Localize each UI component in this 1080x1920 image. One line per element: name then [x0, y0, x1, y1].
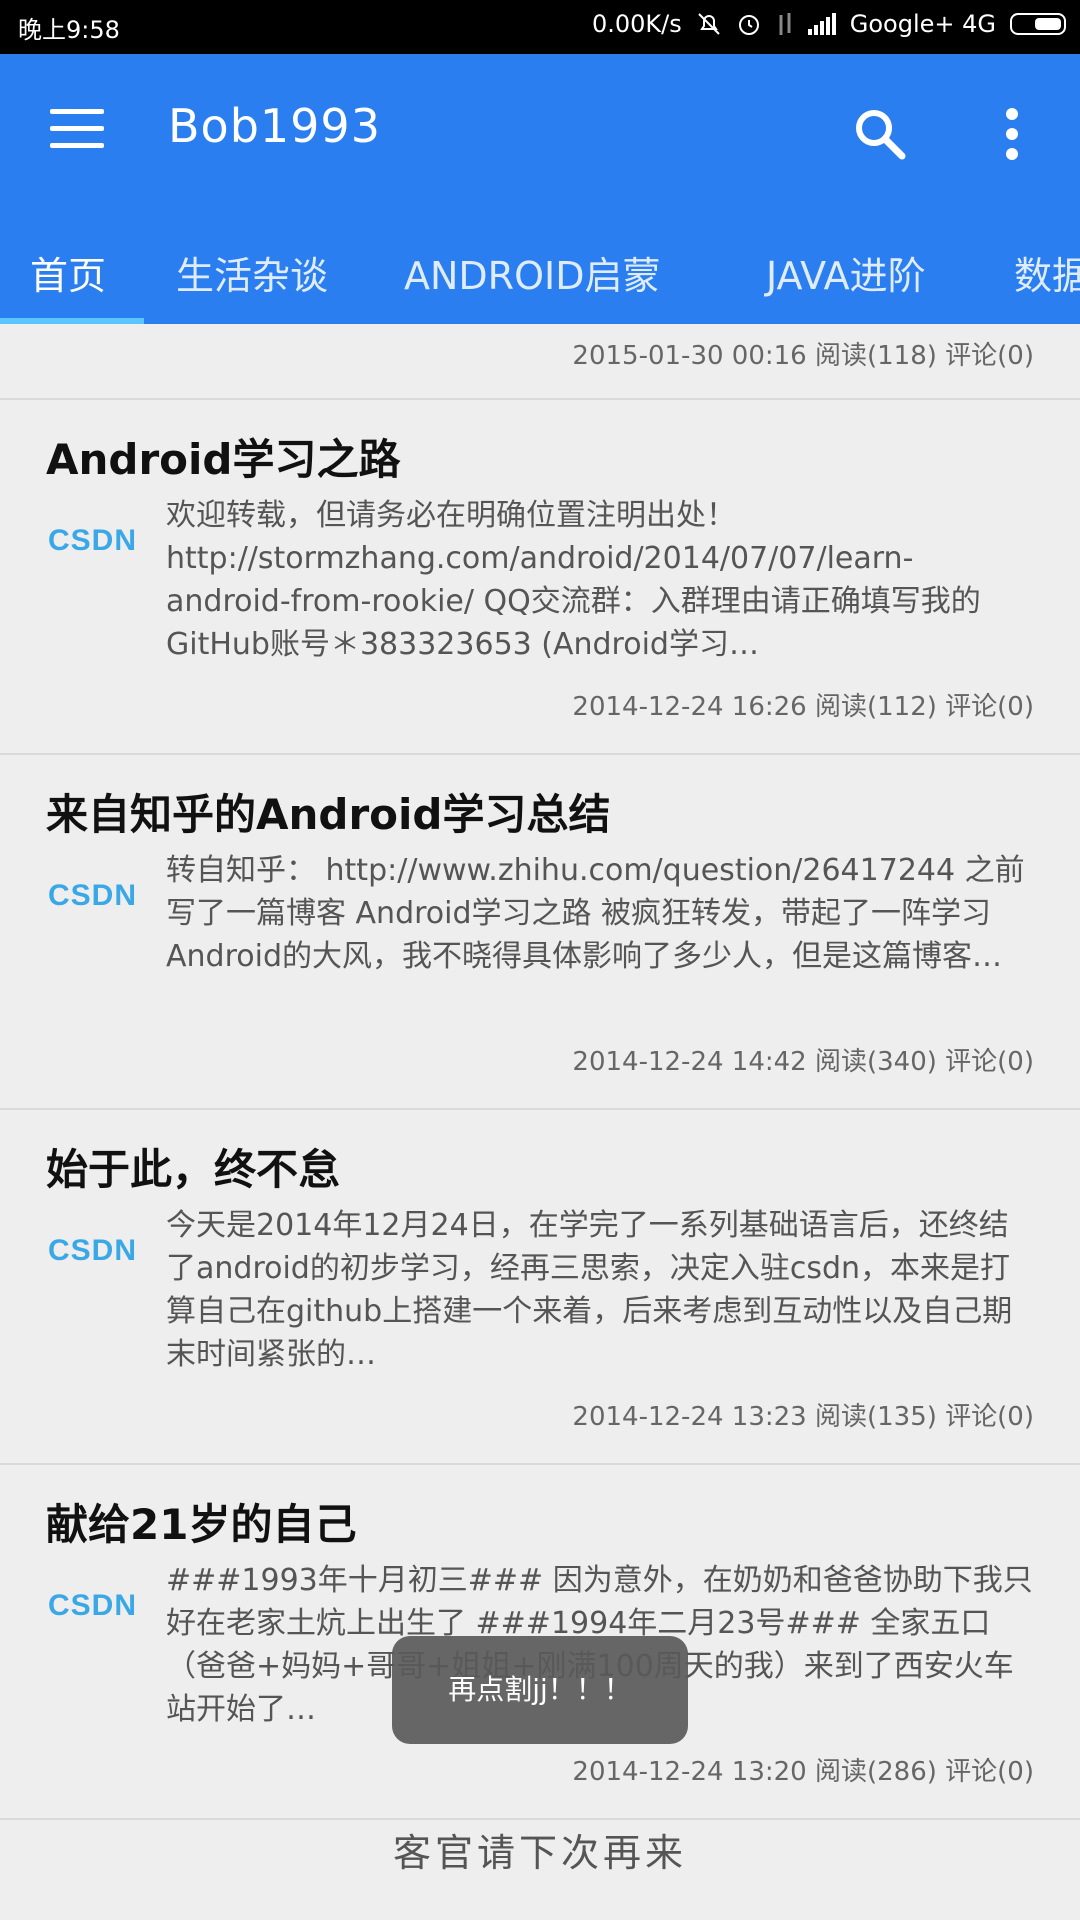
carrier-label: Google+ 4G: [849, 10, 996, 38]
tab-java[interactable]: JAVA进阶: [766, 232, 926, 324]
battery-icon: [1010, 13, 1066, 35]
csdn-logo: CSDN: [48, 1589, 138, 1622]
list-footer: 客官请下次再来: [392, 1831, 687, 1875]
article-summary: 转自知乎： http://www.zhihu.com/question/2641…: [166, 853, 1025, 974]
article-summary: 欢迎转载，但请务必在明确位置注明出处！http://stormzhang.com…: [166, 498, 981, 662]
menu-button[interactable]: [50, 109, 104, 149]
signal-icon: [807, 13, 836, 35]
article-meta: 2014-12-24 13:20 阅读(286) 评论(0): [572, 1757, 1034, 1787]
toast-message: 再点割jj！！！: [392, 1636, 688, 1744]
app-bar: Bob1993 首页 生活杂谈 ANDROID启蒙 JAVA进阶 数据: [0, 54, 1080, 324]
alarm-icon: [736, 11, 762, 37]
article-title: 献给21岁的自己: [46, 1500, 357, 1549]
article-title: 始于此，终不怠: [46, 1145, 341, 1194]
article-list: 2015-01-30 00:16 阅读(118) 评论(0) Android学习…: [0, 324, 1080, 1820]
search-icon: [856, 110, 906, 160]
network-speed: 0.00K/s: [591, 10, 682, 38]
status-icons: 0.00K/s Google+ 4G: [592, 10, 1066, 38]
article-title: Android学习之路: [46, 435, 401, 484]
article-meta: 2014-12-24 14:42 阅读(340) 评论(0): [572, 1047, 1034, 1077]
mute-icon: [696, 11, 722, 37]
app-title: Bob1993: [168, 99, 381, 153]
article-summary: 今天是2014年12月24日，在学完了一系列基础语言后，还终结了android的…: [166, 1208, 1013, 1372]
data-transfer-icon: [776, 11, 794, 37]
article-item[interactable]: Android学习之路 CSDN 欢迎转载，但请务必在明确位置注明出处！http…: [0, 400, 1080, 755]
article-meta: 2014-12-24 16:26 阅读(112) 评论(0): [572, 692, 1034, 722]
previous-article-meta: 2015-01-30 00:16 阅读(118) 评论(0): [0, 324, 1080, 400]
article-meta: 2014-12-24 13:23 阅读(135) 评论(0): [572, 1402, 1034, 1432]
tab-life[interactable]: 生活杂谈: [176, 232, 328, 324]
status-bar: 晚上9:58 0.00K/s Google+ 4G: [0, 0, 1080, 54]
csdn-logo: CSDN: [48, 524, 138, 557]
more-options-button[interactable]: [1000, 104, 1024, 164]
tab-android[interactable]: ANDROID启蒙: [404, 232, 660, 324]
category-tabs: 首页 生活杂谈 ANDROID启蒙 JAVA进阶 数据: [0, 232, 1080, 324]
csdn-logo: CSDN: [48, 879, 138, 912]
tab-data[interactable]: 数据: [1014, 232, 1080, 324]
search-button[interactable]: [850, 104, 910, 164]
article-title: 来自知乎的Android学习总结: [46, 790, 611, 839]
status-time: 晚上9:58: [18, 16, 120, 44]
menu-icon: [50, 109, 104, 114]
article-item[interactable]: 始于此，终不怠 CSDN 今天是2014年12月24日，在学完了一系列基础语言后…: [0, 1110, 1080, 1465]
article-item[interactable]: 来自知乎的Android学习总结 CSDN 转自知乎： http://www.z…: [0, 755, 1080, 1110]
tab-home[interactable]: 首页: [30, 232, 106, 324]
csdn-logo: CSDN: [48, 1234, 138, 1267]
